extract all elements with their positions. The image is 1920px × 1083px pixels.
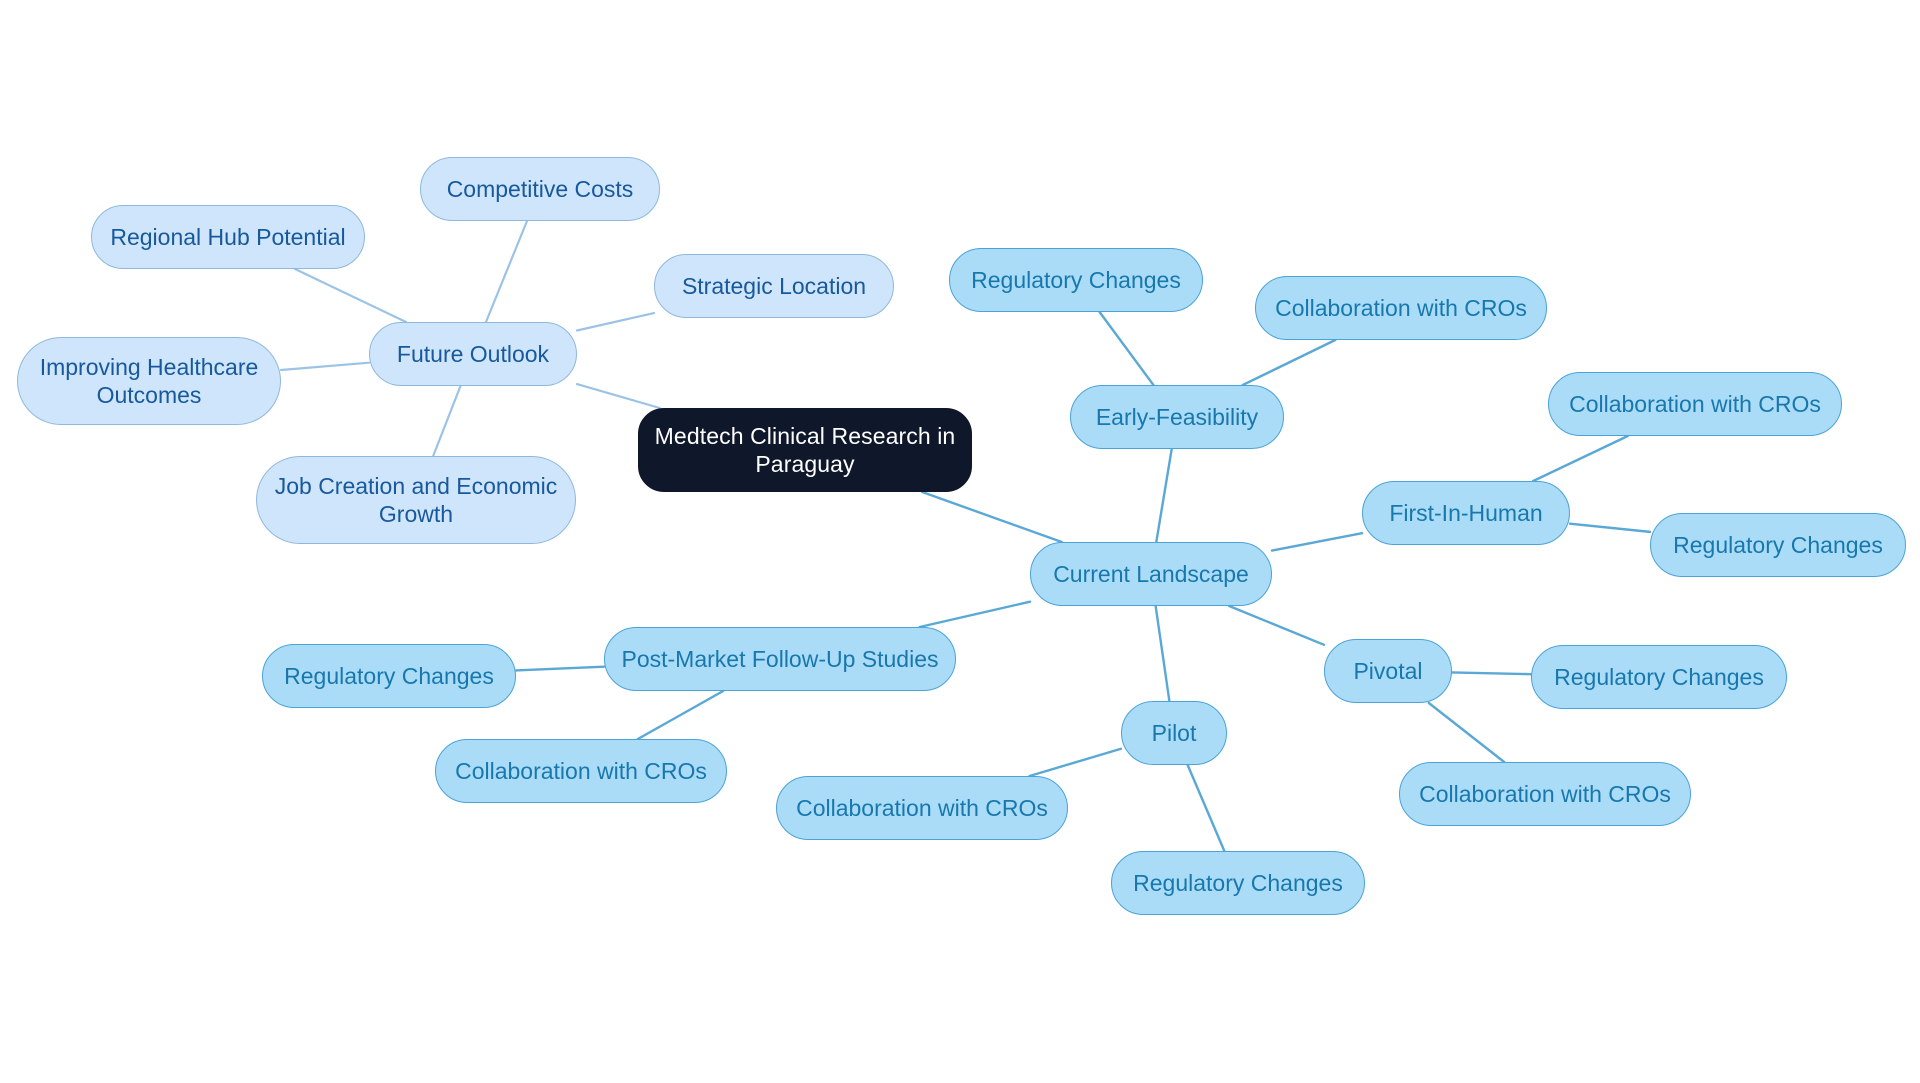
edge-first_in_human-to-fih_regulatory_changes (1568, 522, 1652, 534)
edge-current_landscape-to-early_feasibility (1155, 447, 1173, 544)
edge-future_outlook-to-competitive_costs (484, 219, 529, 324)
mindmap-node-pivotal[interactable]: Pivotal (1324, 639, 1452, 703)
mindmap-node-root[interactable]: Medtech Clinical Research in Paraguay (638, 408, 972, 492)
edge-pilot-to-pil_regulatory_changes (1186, 763, 1226, 853)
mindmap-node-post-market[interactable]: Post-Market Follow-Up Studies (604, 627, 956, 691)
mindmap-node-improving-healthcare-outcomes[interactable]: Improving Healthcare Outcomes (17, 337, 281, 425)
mindmap-node-future-outlook[interactable]: Future Outlook (369, 322, 577, 386)
edge-current_landscape-to-post_market (918, 600, 1032, 629)
edge-post_market-to-pm_regulatory_changes (514, 665, 606, 672)
mindmap-node-strategic-location[interactable]: Strategic Location (654, 254, 894, 318)
edge-first_in_human-to-fih_collaboration_cros (1532, 434, 1629, 483)
edge-pivotal-to-piv_collaboration_cros (1427, 701, 1506, 764)
edge-current_landscape-to-pivotal (1227, 604, 1326, 647)
mindmap-node-fih-collaboration-cros[interactable]: Collaboration with CROs (1548, 372, 1842, 436)
mindmap-node-pm-collaboration-cros[interactable]: Collaboration with CROs (435, 739, 727, 803)
edge-future_outlook-to-job_creation (432, 384, 462, 458)
mindmap-node-competitive-costs[interactable]: Competitive Costs (420, 157, 660, 221)
edge-pilot-to-pil_collaboration_cros (1028, 747, 1123, 778)
edge-root-to-future_outlook (575, 382, 661, 410)
mindmap-node-piv-collaboration-cros[interactable]: Collaboration with CROs (1399, 762, 1691, 826)
mindmap-node-current-landscape[interactable]: Current Landscape (1030, 542, 1272, 606)
mindmap-node-job-creation[interactable]: Job Creation and Economic Growth (256, 456, 576, 544)
edge-early_feasibility-to-ef_collaboration_cros (1241, 338, 1337, 387)
mindmap-node-early-feasibility[interactable]: Early-Feasibility (1070, 385, 1284, 449)
mindmap-node-pm-regulatory-changes[interactable]: Regulatory Changes (262, 644, 516, 708)
mindmap-node-pilot[interactable]: Pilot (1121, 701, 1227, 765)
edge-pivotal-to-piv_regulatory_changes (1450, 671, 1533, 676)
edge-current_landscape-to-first_in_human (1270, 531, 1364, 552)
edge-early_feasibility-to-ef_regulatory_changes (1098, 310, 1155, 387)
edge-root-to-current_landscape (920, 490, 1063, 544)
mindmap-node-ef-collaboration-cros[interactable]: Collaboration with CROs (1255, 276, 1547, 340)
mindmap-node-ef-regulatory-changes[interactable]: Regulatory Changes (949, 248, 1203, 312)
mindmap-node-regional-hub-potential[interactable]: Regional Hub Potential (91, 205, 365, 269)
edge-future_outlook-to-regional_hub_potential (293, 267, 408, 324)
mindmap-node-pil-collaboration-cros[interactable]: Collaboration with CROs (776, 776, 1068, 840)
mindmap-node-piv-regulatory-changes[interactable]: Regulatory Changes (1531, 645, 1787, 709)
mindmap-node-first-in-human[interactable]: First-In-Human (1362, 481, 1570, 545)
mindmap-node-fih-regulatory-changes[interactable]: Regulatory Changes (1650, 513, 1906, 577)
edge-future_outlook-to-improving_healthcare_outcomes (279, 361, 371, 372)
mindmap-canvas: Medtech Clinical Research in Paraguay Fut… (0, 0, 1920, 1083)
edge-post_market-to-pm_collaboration_cros (636, 689, 725, 741)
mindmap-node-pil-regulatory-changes[interactable]: Regulatory Changes (1111, 851, 1365, 915)
edge-future_outlook-to-strategic_location (575, 312, 656, 332)
edge-current_landscape-to-pilot (1154, 604, 1171, 703)
